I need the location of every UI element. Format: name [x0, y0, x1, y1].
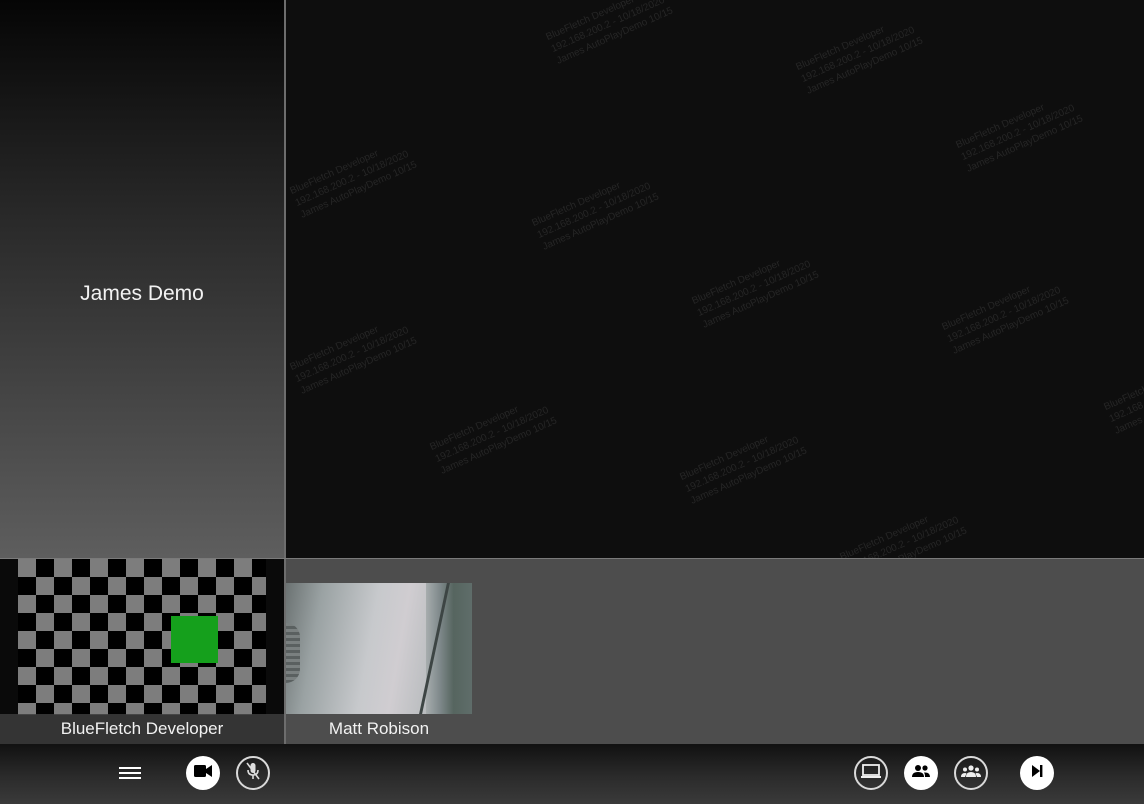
camera-feed-detail — [286, 623, 300, 683]
participants-button[interactable] — [904, 756, 938, 790]
mic-toggle-button[interactable] — [236, 756, 270, 790]
participant-tile-james[interactable]: James Demo — [0, 0, 284, 558]
video-conference-app: James Demo BlueFletch Developer 192.168.2… — [0, 0, 1144, 804]
group-view-button[interactable] — [954, 756, 988, 790]
camera-toggle-button[interactable] — [186, 756, 220, 790]
watermark-text: BlueFletch Developer192.168.200.2 - 10/1… — [530, 180, 661, 253]
screen-share-button[interactable] — [854, 756, 888, 790]
watermark-text: BlueFletch Developer192.168.200.2 - 10/1… — [288, 148, 419, 221]
watermark-text: BlueFletch Developer192.168.200.2 - 10/1… — [690, 258, 821, 331]
watermark-text: BlueFletch Developer192.168.200.2 - 10/1… — [794, 24, 925, 97]
skip-next-icon — [1030, 764, 1044, 782]
people-icon — [911, 764, 931, 783]
main-video-stage[interactable]: BlueFletch Developer 192.168.200.2 - 10/1… — [286, 0, 1144, 558]
group-icon — [961, 764, 981, 782]
watermark-text: BlueFletch Developer192.168.200.2 - 10/1… — [428, 404, 559, 477]
video-camera-icon — [194, 764, 212, 783]
watermark-text: BlueFletch Developer192.168.200.2 - 10/1… — [954, 102, 1085, 175]
call-toolbar — [0, 744, 1144, 804]
watermark-text: BlueFletch Developer192.168.200.2 - 10/1… — [544, 0, 675, 67]
microphone-muted-icon — [245, 762, 261, 785]
participant-thumbnail-bluefletch[interactable]: BlueFletch Developer — [0, 559, 284, 744]
green-square — [171, 616, 218, 663]
thumbnail-name: BlueFletch Developer — [0, 714, 284, 744]
checkerboard-video — [18, 559, 266, 715]
skip-next-button[interactable] — [1020, 756, 1054, 790]
participant-name: James Demo — [80, 282, 204, 305]
watermark-text: BlueFletch Developer192.168.200.2 - 10/1… — [1102, 364, 1144, 437]
participant-thumbnail-matt[interactable] — [286, 583, 472, 714]
thumbnail-name: Matt Robison — [328, 719, 430, 738]
laptop-screen-icon — [861, 763, 881, 784]
watermark-text: BlueFletch Developer192.168.200.2 - 10/1… — [940, 284, 1071, 357]
watermark-text: BlueFletch Developer192.168.200.2 - 10/1… — [288, 324, 419, 397]
watermark-text: BlueFletch Developer192.168.200.2 - 10/1… — [678, 434, 809, 507]
watermark-text: BlueFletch Developer192.168.200.2 - 10/1… — [838, 514, 969, 558]
hamburger-menu-icon[interactable] — [119, 764, 141, 784]
